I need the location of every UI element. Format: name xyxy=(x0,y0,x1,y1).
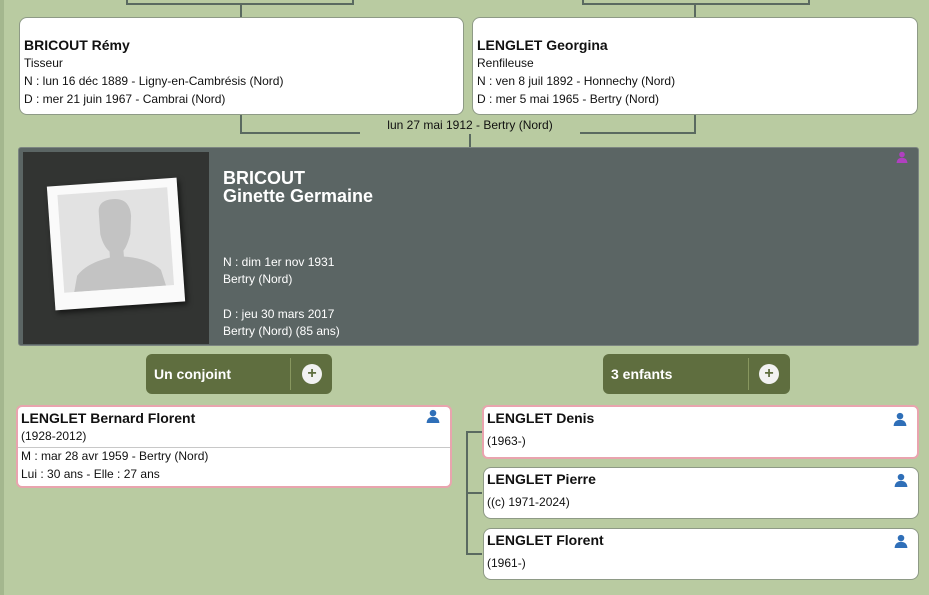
spouse-marriage: M : mar 28 avr 1959 - Bertry (Nord) xyxy=(21,449,209,463)
children-count-button[interactable]: 3 enfants xyxy=(611,354,672,394)
child-name[interactable]: LENGLET Pierre xyxy=(487,470,596,488)
mother-name[interactable]: LENGLET Georgina xyxy=(477,36,917,54)
add-spouse-button[interactable]: + xyxy=(302,364,322,384)
spouse-count-button[interactable]: Un conjoint xyxy=(154,354,231,394)
father-name[interactable]: BRICOUT Rémy xyxy=(24,36,463,54)
child-name[interactable]: LENGLET Denis xyxy=(487,409,594,427)
person-male-icon[interactable] xyxy=(426,409,440,423)
children-button-group: 3 enfants + xyxy=(603,354,790,394)
mother-occupation: Renfileuse xyxy=(477,56,534,70)
person-male-icon[interactable] xyxy=(894,534,908,548)
silhouette-icon xyxy=(57,187,175,293)
father-birth: N : lun 16 déc 1889 - Ligny-en-Cambrésis… xyxy=(24,74,284,88)
person-given-names: Ginette Germaine xyxy=(223,186,374,206)
child-card[interactable]: LENGLET Florent (1961-) xyxy=(483,528,919,580)
left-edge xyxy=(0,0,4,595)
button-separator xyxy=(290,358,291,390)
tree-line xyxy=(582,3,810,5)
person-birth-date: N : dim 1er nov 1931 xyxy=(223,255,335,269)
father-death: D : mer 21 juin 1967 - Cambrai (Nord) xyxy=(24,92,226,106)
father-card[interactable]: BRICOUT Rémy Tisseur N : lun 16 déc 1889… xyxy=(19,17,464,115)
spouse-button-group: Un conjoint + xyxy=(146,354,332,394)
photo-placeholder xyxy=(46,177,186,311)
photo-frame[interactable] xyxy=(23,152,209,344)
spouse-card[interactable]: LENGLET Bernard Florent (1928-2012) M : … xyxy=(16,405,452,488)
child-years: (1961-) xyxy=(487,556,526,570)
person-birth-place: Bertry (Nord) xyxy=(223,272,293,286)
child-years: ((c) 1971-2024) xyxy=(487,495,570,509)
person-death-date: D : jeu 30 mars 2017 xyxy=(223,307,335,321)
add-child-button[interactable]: + xyxy=(759,364,779,384)
spouse-years: (1928-2012) xyxy=(21,429,87,443)
tree-line xyxy=(240,3,242,17)
child-card[interactable]: LENGLET Pierre ((c) 1971-2024) xyxy=(483,467,919,519)
child-name[interactable]: LENGLET Florent xyxy=(487,531,604,549)
mother-card[interactable]: LENGLET Georgina Renfileuse N : ven 8 ju… xyxy=(472,17,918,115)
child-card[interactable]: LENGLET Denis (1963-) xyxy=(482,405,919,459)
person-death-place: Bertry (Nord) (85 ans) xyxy=(223,324,340,338)
tree-line xyxy=(466,431,482,433)
spouse-name[interactable]: LENGLET Bernard Florent xyxy=(21,409,195,427)
person-male-icon[interactable] xyxy=(893,412,907,426)
main-person-panel: BRICOUT Ginette Germaine N : dim 1er nov… xyxy=(18,147,919,346)
person-surname: BRICOUT xyxy=(223,168,305,188)
person-male-icon[interactable] xyxy=(894,473,908,487)
child-years: (1963-) xyxy=(487,434,526,448)
parents-marriage-label: lun 27 mai 1912 - Bertry (Nord) xyxy=(360,116,580,134)
button-separator xyxy=(748,358,749,390)
mother-birth: N : ven 8 juil 1892 - Honnechy (Nord) xyxy=(477,74,676,88)
tree-line xyxy=(469,132,471,147)
mother-death: D : mer 5 mai 1965 - Bertry (Nord) xyxy=(477,92,660,106)
spouse-ages: Lui : 30 ans - Elle : 27 ans xyxy=(21,467,160,481)
tree-line xyxy=(466,492,482,494)
tree-line xyxy=(694,3,696,17)
person-female-icon[interactable] xyxy=(896,151,908,163)
father-occupation: Tisseur xyxy=(24,56,63,70)
tree-line xyxy=(466,553,482,555)
